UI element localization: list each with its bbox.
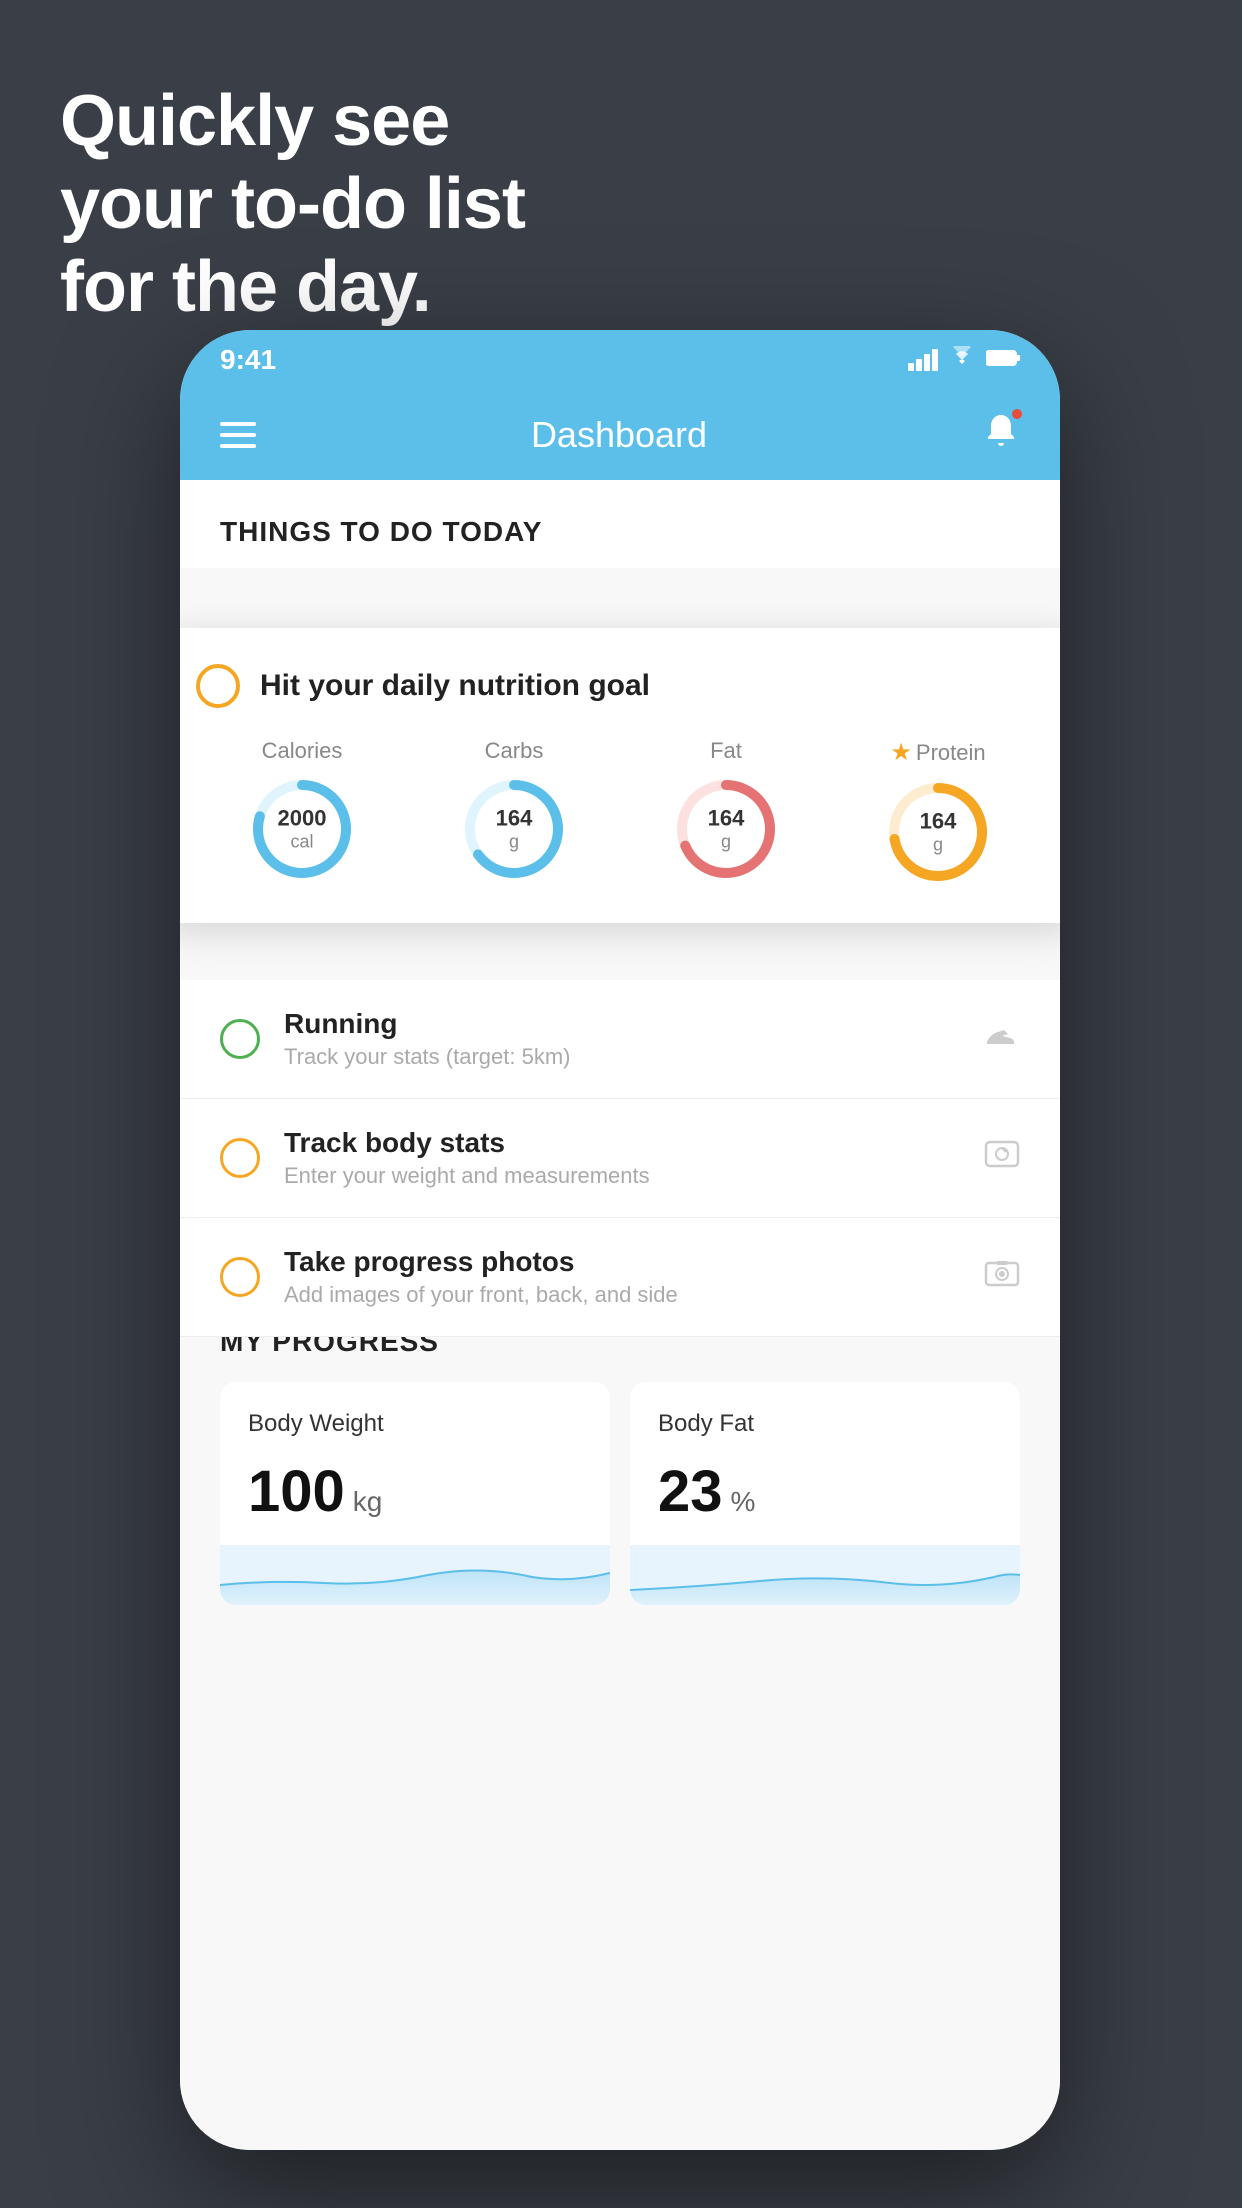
status-icons [908,346,1020,375]
bell-button[interactable] [982,411,1020,459]
nutrition-protein: ★ Protein 164 g [883,738,993,887]
protein-ring: 164 g [883,777,993,887]
body-weight-card: Body Weight 100 kg [220,1382,610,1605]
body-fat-card-title: Body Fat [658,1410,992,1438]
nav-bar: Dashboard [180,390,1060,480]
status-bar: 9:41 [180,330,1060,390]
carbs-label: Carbs [485,738,544,764]
running-name: Running [284,1008,960,1040]
hero-line1: Quickly see [60,80,525,163]
body-stats-check [220,1138,260,1178]
body-fat-value: 23 [658,1458,723,1525]
star-icon: ★ [890,738,912,767]
status-time: 9:41 [220,344,276,376]
body-weight-card-title: Body Weight [248,1410,582,1438]
nutrition-carbs: Carbs 164 g [459,738,569,884]
body-fat-chart [630,1545,1020,1605]
notification-dot [1010,407,1024,421]
running-check [220,1019,260,1059]
things-section-title: THINGS TO DO TODAY [220,516,1020,548]
photo-icon [984,1257,1020,1297]
body-weight-chart [220,1545,610,1605]
hero-text: Quickly see your to-do list for the day. [60,80,525,328]
shoe-icon [984,1021,1020,1058]
progress-section: MY PROGRESS Body Weight 100 kg [180,1290,1060,1641]
nutrition-card: Hit your daily nutrition goal Calories [180,628,1060,923]
todo-item-photos[interactable]: Take progress photos Add images of your … [180,1218,1060,1337]
app-content: THINGS TO DO TODAY Hit your daily nutrit… [180,480,1060,2150]
todo-item-body-stats[interactable]: Track body stats Enter your weight and m… [180,1099,1060,1218]
todo-item-running[interactable]: Running Track your stats (target: 5km) [180,980,1060,1099]
nutrition-calories: Calories 2000 cal [247,738,357,884]
running-sub: Track your stats (target: 5km) [284,1044,960,1070]
wifi-icon [948,346,976,375]
body-fat-unit: % [731,1486,756,1518]
hero-line3: for the day. [60,246,525,329]
progress-cards: Body Weight 100 kg [220,1382,1020,1605]
body-weight-value: 100 [248,1458,345,1525]
calories-ring: 2000 cal [247,774,357,884]
nav-title: Dashboard [531,414,707,456]
card-title: Hit your daily nutrition goal [260,669,650,703]
calories-label: Calories [262,738,343,764]
body-weight-unit: kg [353,1486,383,1518]
protein-label: Protein [916,740,986,766]
carbs-ring: 164 g [459,774,569,884]
signal-icon [908,349,938,371]
phone-shell: 9:41 Dashboard [180,330,1060,2150]
things-section-header: THINGS TO DO TODAY [180,480,1060,568]
photos-sub: Add images of your front, back, and side [284,1282,960,1308]
scale-icon [984,1138,1020,1178]
body-stats-name: Track body stats [284,1127,960,1159]
hamburger-menu[interactable] [220,422,256,448]
card-header: Hit your daily nutrition goal [196,664,1044,708]
todo-list: Running Track your stats (target: 5km) T… [180,980,1060,1337]
body-stats-sub: Enter your weight and measurements [284,1163,960,1189]
photos-check [220,1257,260,1297]
fat-ring: 164 g [671,774,781,884]
fat-label: Fat [710,738,742,764]
photos-name: Take progress photos [284,1246,960,1278]
nutrition-check-icon [196,664,240,708]
hero-line2: your to-do list [60,163,525,246]
body-fat-card: Body Fat 23 % [630,1382,1020,1605]
battery-icon [986,346,1020,374]
nutrition-goals: Calories 2000 cal [196,738,1044,887]
nutrition-fat: Fat 164 g [671,738,781,884]
